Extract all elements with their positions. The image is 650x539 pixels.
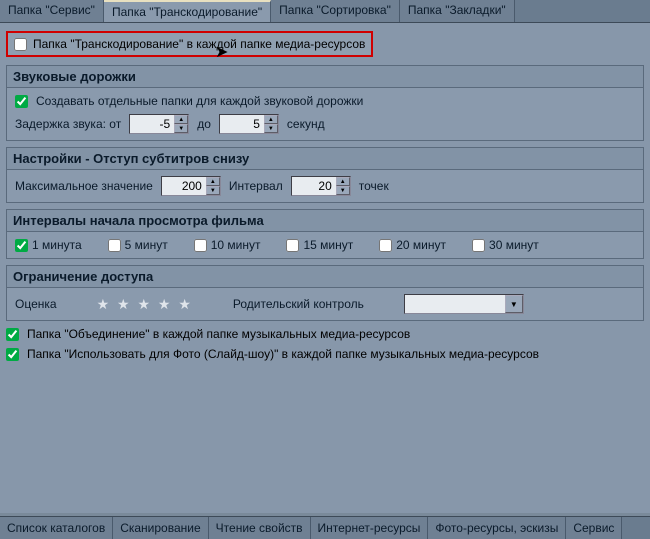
max-value-spinner[interactable]: ▲▼ — [161, 176, 221, 196]
interval-30min-label: 30 минут — [489, 238, 539, 252]
transcoding-folder-label: Папка "Транскодирование" в каждой папке … — [33, 37, 365, 51]
parental-label: Родительский контроль — [233, 297, 364, 311]
create-folders-label: Создавать отдельные папки для каждой зву… — [36, 94, 363, 108]
delay-to-input[interactable] — [220, 115, 264, 133]
delay-from-label: Задержка звука: от — [15, 117, 121, 131]
spin-up[interactable]: ▲ — [174, 115, 188, 124]
highlighted-option: Папка "Транскодирование" в каждой папке … — [6, 31, 373, 57]
interval-15min-label: 15 минут — [303, 238, 353, 252]
spin-down[interactable]: ▼ — [174, 124, 188, 133]
tab-internet[interactable]: Интернет-ресурсы — [311, 517, 429, 539]
spin-up[interactable]: ▲ — [264, 115, 278, 124]
tabs-bottom: Список каталогов Сканирование Чтение сво… — [0, 516, 650, 539]
spin-up[interactable]: ▲ — [206, 177, 220, 186]
tab-catalogs[interactable]: Список каталогов — [0, 517, 113, 539]
interval-30min-checkbox[interactable] — [472, 239, 485, 252]
tab-sorting[interactable]: Папка "Сортировка" — [271, 0, 400, 22]
subtitles-section: Настройки - Отступ субтитров снизу Макси… — [6, 147, 644, 203]
parental-input[interactable] — [405, 295, 505, 313]
to-label: до — [197, 117, 211, 131]
interval-20min-label: 20 минут — [396, 238, 446, 252]
tab-transcoding[interactable]: Папка "Транскодирование" — [104, 0, 271, 22]
seconds-label: секунд — [287, 117, 325, 131]
tab-service-bottom[interactable]: Сервис — [566, 517, 622, 539]
sound-tracks-title: Звуковые дорожки — [7, 66, 643, 88]
tab-photo[interactable]: Фото-ресурсы, эскизы — [428, 517, 566, 539]
tab-scan[interactable]: Сканирование — [113, 517, 208, 539]
spin-down[interactable]: ▼ — [264, 124, 278, 133]
union-folder-label: Папка "Объединение" в каждой папке музык… — [27, 327, 410, 341]
subtitles-title: Настройки - Отступ субтитров снизу — [7, 148, 643, 170]
tab-read-props[interactable]: Чтение свойств — [209, 517, 311, 539]
access-title: Ограничение доступа — [7, 266, 643, 288]
rating-label: Оценка — [15, 297, 57, 311]
delay-from-input[interactable] — [130, 115, 174, 133]
interval-input[interactable] — [292, 177, 336, 195]
sound-tracks-section: Звуковые дорожки Создавать отдельные пап… — [6, 65, 644, 141]
main-panel: Папка "Транскодирование" в каждой папке … — [0, 23, 650, 513]
interval-1min-checkbox[interactable] — [15, 239, 28, 252]
interval-10min-checkbox[interactable] — [194, 239, 207, 252]
tab-bookmarks[interactable]: Папка "Закладки" — [400, 0, 515, 22]
interval-20min-checkbox[interactable] — [379, 239, 392, 252]
interval-1min-label: 1 минута — [32, 238, 82, 252]
max-value-input[interactable] — [162, 177, 206, 195]
transcoding-folder-checkbox[interactable] — [14, 38, 27, 51]
create-folders-checkbox[interactable] — [15, 95, 28, 108]
interval-5min-label: 5 минут — [125, 238, 168, 252]
tabs-top: Папка "Сервис" Папка "Транскодирование" … — [0, 0, 650, 23]
interval-15min-checkbox[interactable] — [286, 239, 299, 252]
spin-up[interactable]: ▲ — [336, 177, 350, 186]
chevron-down-icon[interactable]: ▼ — [505, 295, 523, 313]
union-folder-checkbox[interactable] — [6, 328, 19, 341]
spin-down[interactable]: ▼ — [206, 186, 220, 195]
spin-down[interactable]: ▼ — [336, 186, 350, 195]
photo-folder-label: Папка "Использовать для Фото (Слайд-шоу)… — [27, 347, 539, 361]
max-value-label: Максимальное значение — [15, 179, 153, 193]
tab-service[interactable]: Папка "Сервис" — [0, 0, 104, 22]
delay-from-spinner[interactable]: ▲▼ — [129, 114, 189, 134]
interval-label: Интервал — [229, 179, 283, 193]
intervals-title: Интервалы начала просмотра фильма — [7, 210, 643, 232]
rating-stars[interactable]: ★ ★ ★ ★ ★ — [97, 296, 193, 313]
intervals-section: Интервалы начала просмотра фильма 1 мину… — [6, 209, 644, 259]
photo-folder-checkbox[interactable] — [6, 348, 19, 361]
access-section: Ограничение доступа Оценка ★ ★ ★ ★ ★ Род… — [6, 265, 644, 321]
interval-10min-label: 10 минут — [211, 238, 261, 252]
parental-combo[interactable]: ▼ — [404, 294, 524, 314]
delay-to-spinner[interactable]: ▲▼ — [219, 114, 279, 134]
interval-spinner[interactable]: ▲▼ — [291, 176, 351, 196]
interval-5min-checkbox[interactable] — [108, 239, 121, 252]
points-label: точек — [359, 179, 389, 193]
